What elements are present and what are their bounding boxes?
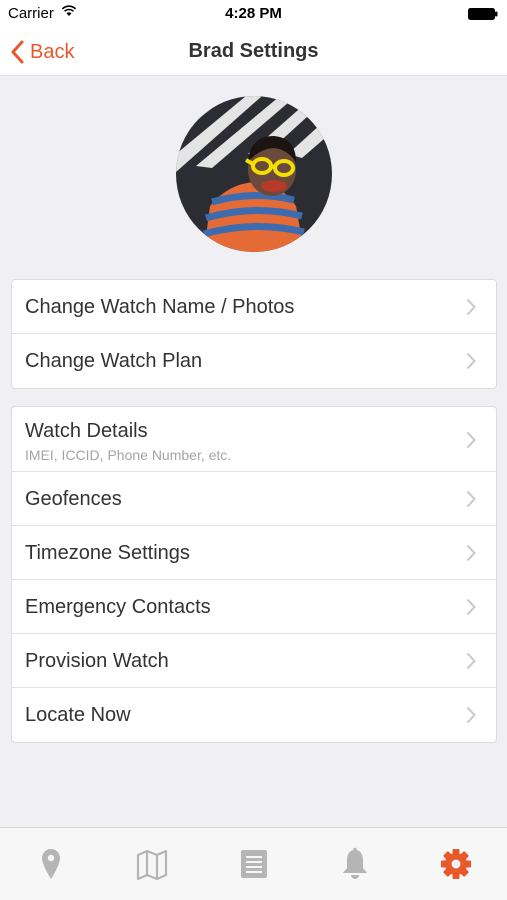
row-label: Change Watch Plan — [25, 350, 203, 372]
settings-group-watch: Change Watch Name / Photos Change Watch … — [11, 279, 497, 389]
status-bar: Carrier 4:28 PM — [0, 0, 507, 28]
settings-group-details: Watch Details IMEI, ICCID, Phone Number,… — [11, 406, 497, 743]
chevron-right-icon — [466, 544, 476, 562]
tab-list[interactable] — [203, 828, 304, 900]
row-timezone-settings[interactable]: Timezone Settings — [12, 526, 496, 580]
chevron-right-icon — [466, 431, 476, 449]
bell-icon — [342, 847, 367, 879]
row-emergency-contacts[interactable]: Emergency Contacts — [12, 580, 496, 634]
chevron-right-icon — [466, 652, 476, 670]
tab-alerts[interactable] — [304, 828, 405, 900]
battery-icon — [468, 8, 498, 20]
list-icon — [240, 850, 267, 878]
chevron-right-icon — [466, 706, 476, 724]
chevron-right-icon — [466, 490, 476, 508]
status-time: 4:28 PM — [225, 5, 282, 22]
row-geofences[interactable]: Geofences — [12, 472, 496, 526]
row-change-watch-name[interactable]: Change Watch Name / Photos — [12, 280, 496, 334]
chevron-right-icon — [466, 298, 476, 316]
tab-bar — [0, 827, 507, 900]
row-locate-now[interactable]: Locate Now — [12, 688, 496, 742]
chevron-right-icon — [466, 598, 476, 616]
row-label: Watch Details — [25, 420, 148, 442]
row-change-watch-plan[interactable]: Change Watch Plan — [12, 334, 496, 388]
avatar[interactable] — [176, 96, 332, 252]
location-pin-icon — [41, 849, 60, 879]
map-icon — [137, 849, 168, 881]
row-label: Change Watch Name / Photos — [25, 296, 295, 318]
gear-icon — [441, 849, 472, 879]
row-label: Timezone Settings — [25, 542, 190, 564]
row-label: Emergency Contacts — [25, 596, 211, 618]
tab-location[interactable] — [0, 828, 101, 900]
row-label: Locate Now — [25, 704, 131, 726]
tab-map[interactable] — [101, 828, 202, 900]
row-label: Provision Watch — [25, 650, 169, 672]
navigation-bar: Back Brad Settings — [0, 28, 507, 76]
avatar-photo — [176, 96, 332, 252]
row-sublabel: IMEI, ICCID, Phone Number, etc. — [25, 447, 232, 463]
page-title: Brad Settings — [188, 40, 319, 62]
row-label: Geofences — [25, 488, 122, 510]
row-watch-details[interactable]: Watch Details IMEI, ICCID, Phone Number,… — [12, 407, 496, 472]
tab-settings[interactable] — [406, 828, 507, 900]
row-provision-watch[interactable]: Provision Watch — [12, 634, 496, 688]
chevron-right-icon — [466, 352, 476, 370]
